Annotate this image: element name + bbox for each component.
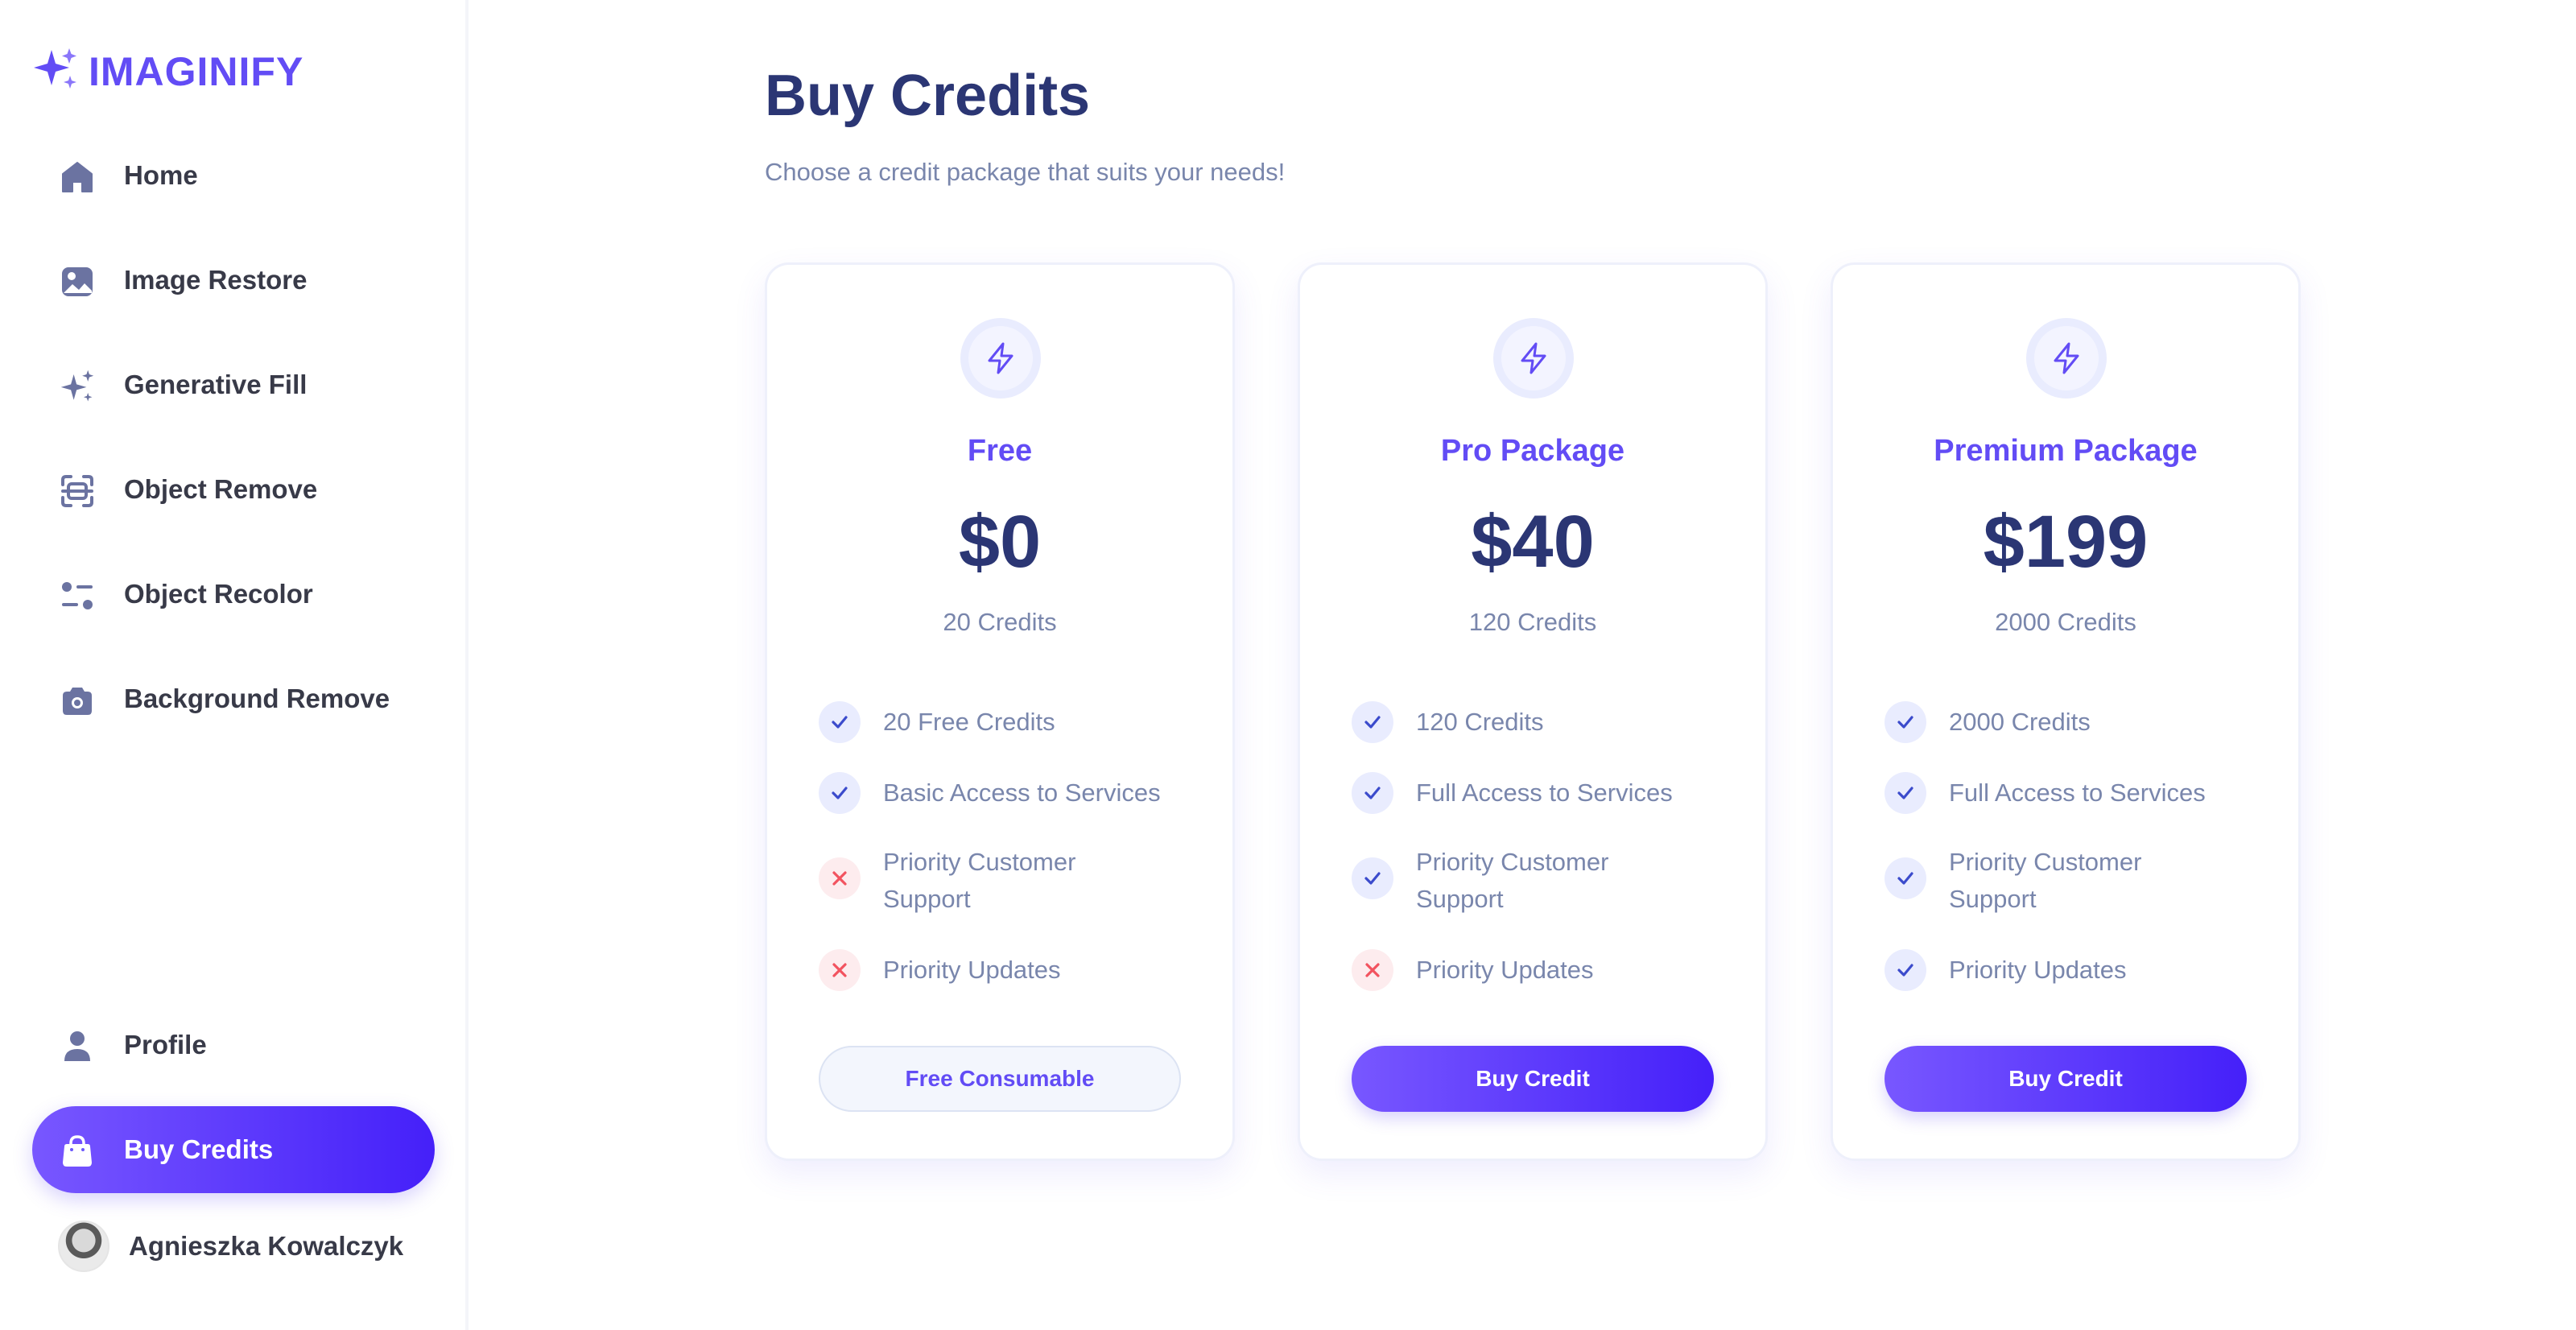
check-icon xyxy=(1885,949,1926,991)
avatar xyxy=(58,1221,109,1272)
sidebar-item-generative-fill[interactable]: Generative Fill xyxy=(32,341,435,428)
feature-item: Priority Customer Support xyxy=(819,841,1189,918)
feature-item: Full Access to Services xyxy=(1885,772,2255,814)
app-logo[interactable]: IMAGINIFY xyxy=(32,47,303,96)
sidebar-item-label: Home xyxy=(124,160,198,190)
sidebar-item-label: Background Remove xyxy=(124,684,390,713)
logo-text: IMAGINIFY xyxy=(89,48,304,94)
sidebar-item-label: Image Restore xyxy=(124,265,308,295)
plan-price: $0 xyxy=(958,501,1042,583)
check-icon xyxy=(819,701,861,743)
logo-sparkle-icon xyxy=(32,47,80,96)
plan-card-premium: Premium Package $199 2000 Credits 2000 C… xyxy=(1831,262,2301,1161)
feature-label: Priority Updates xyxy=(1416,956,1594,984)
plan-price: $40 xyxy=(1471,501,1595,583)
image-icon xyxy=(60,264,95,299)
free-consumable-button[interactable]: Free Consumable xyxy=(819,1046,1181,1112)
plan-credits: 2000 Credits xyxy=(1995,608,2136,636)
sidebar-item-buy-credits[interactable]: Buy Credits xyxy=(32,1106,435,1193)
plan-name: Pro Package xyxy=(1440,434,1625,468)
sidebar-item-image-restore[interactable]: Image Restore xyxy=(32,237,435,324)
sidebar-item-label: Object Recolor xyxy=(124,579,313,609)
cross-icon xyxy=(819,857,861,899)
feature-label: 2000 Credits xyxy=(1949,708,2091,736)
feature-item: Priority Updates xyxy=(819,949,1189,991)
check-icon xyxy=(1885,701,1926,743)
plan-credits: 20 Credits xyxy=(943,608,1057,636)
user-profile[interactable]: Agnieszka Kowalczyk xyxy=(58,1221,403,1272)
sidebar-item-object-remove[interactable]: Object Remove xyxy=(32,446,435,533)
sidebar: IMAGINIFY Home Image Restore Generative … xyxy=(0,0,469,1330)
sidebar-item-home[interactable]: Home xyxy=(32,132,435,219)
cross-icon xyxy=(1352,949,1393,991)
feature-item: 120 Credits xyxy=(1352,701,1722,743)
check-icon xyxy=(1885,772,1926,814)
bag-icon xyxy=(60,1134,95,1169)
feature-label: 20 Free Credits xyxy=(883,708,1055,736)
feature-item: Basic Access to Services xyxy=(819,772,1189,814)
feature-label: Priority Customer Support xyxy=(1416,848,1609,913)
user-name: Agnieszka Kowalczyk xyxy=(129,1231,404,1261)
feature-item: Priority Customer Support xyxy=(1885,841,2255,918)
plan-credits: 120 Credits xyxy=(1468,608,1597,636)
check-icon xyxy=(819,772,861,814)
buy-credit-button[interactable]: Buy Credit xyxy=(1352,1046,1714,1112)
check-icon xyxy=(1352,701,1393,743)
bolt-icon xyxy=(960,318,1041,399)
feature-item: Priority Customer Support xyxy=(1352,841,1722,918)
feature-label: Full Access to Services xyxy=(1949,779,2206,807)
feature-item: 2000 Credits xyxy=(1885,701,2255,743)
sidebar-item-label: Buy Credits xyxy=(124,1134,274,1164)
sidebar-item-profile[interactable]: Profile xyxy=(32,1002,435,1088)
feature-label: Full Access to Services xyxy=(1416,779,1673,807)
cross-icon xyxy=(819,949,861,991)
feature-label: Priority Updates xyxy=(1949,956,2127,984)
sidebar-item-background-remove[interactable]: Background Remove xyxy=(32,655,435,742)
stars-icon xyxy=(60,369,95,404)
bolt-icon xyxy=(1493,318,1574,399)
profile-icon xyxy=(60,1029,95,1064)
feature-label: Priority Updates xyxy=(883,956,1061,984)
plan-price: $199 xyxy=(1983,501,2149,583)
filter-icon xyxy=(60,578,95,613)
buy-credit-button[interactable]: Buy Credit xyxy=(1885,1046,2247,1112)
sidebar-item-object-recolor[interactable]: Object Recolor xyxy=(32,551,435,638)
home-icon xyxy=(60,159,95,195)
feature-label: 120 Credits xyxy=(1416,708,1544,736)
feature-label: Basic Access to Services xyxy=(883,779,1161,807)
feature-label: Priority Customer Support xyxy=(1949,848,2142,913)
plan-card-free: Free $0 20 Credits 20 Free Credits Basic… xyxy=(765,262,1235,1161)
sidebar-item-label: Profile xyxy=(124,1030,207,1059)
feature-item: 20 Free Credits xyxy=(819,701,1189,743)
plan-card-pro: Pro Package $40 120 Credits 120 Credits … xyxy=(1298,262,1768,1161)
sidebar-item-label: Object Remove xyxy=(124,474,318,504)
sidebar-item-label: Generative Fill xyxy=(124,370,308,399)
page-title: Buy Credits xyxy=(765,64,1091,128)
check-icon xyxy=(1352,772,1393,814)
feature-item: Priority Updates xyxy=(1352,949,1722,991)
feature-item: Priority Updates xyxy=(1885,949,2255,991)
check-icon xyxy=(1352,857,1393,899)
plan-name: Free xyxy=(967,434,1033,468)
check-icon xyxy=(1885,857,1926,899)
scan-icon xyxy=(60,473,95,509)
plan-name: Premium Package xyxy=(1934,434,2198,468)
bolt-icon xyxy=(2026,318,2107,399)
camera-icon xyxy=(60,683,95,718)
feature-label: Priority Customer Support xyxy=(883,848,1076,913)
page-subtitle: Choose a credit package that suits your … xyxy=(765,158,1286,186)
feature-item: Full Access to Services xyxy=(1352,772,1722,814)
